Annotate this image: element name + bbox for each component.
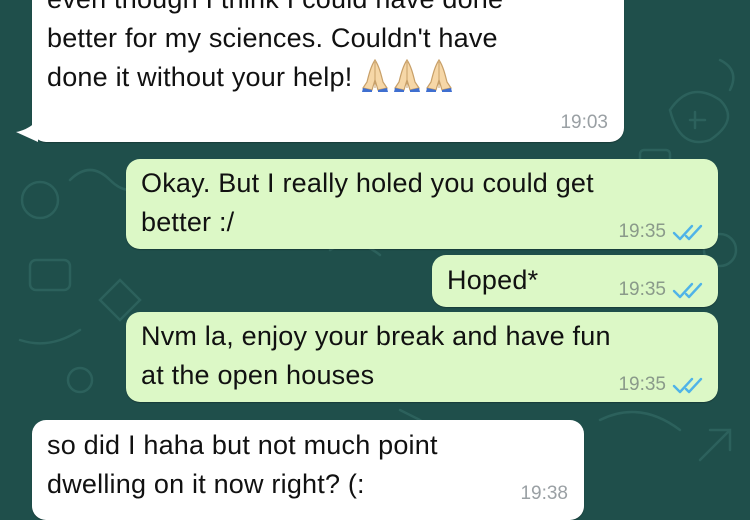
message-text: dwelling on it now right? (: xyxy=(47,469,365,499)
message-timestamp: 19:38 xyxy=(520,483,568,504)
message-text: done it without your help! xyxy=(47,58,503,97)
message-meta: 19:35 xyxy=(618,221,704,243)
message-meta: 19:03 xyxy=(560,112,608,134)
read-receipt-ticks-icon xyxy=(672,377,703,394)
message-meta: 19:38 xyxy=(520,483,568,505)
message-bubble-outgoing[interactable]: Nvm la, enjoy your break and have fun at… xyxy=(126,312,718,402)
bubble-tail-incoming xyxy=(16,120,38,142)
folded-hands-emoji-icon xyxy=(362,58,389,92)
folded-hands-emoji-icon xyxy=(394,58,421,92)
message-text: Okay. But I really holed you could get xyxy=(141,168,594,198)
folded-hands-emoji-icon xyxy=(426,58,453,92)
read-receipt-ticks-icon xyxy=(672,224,703,241)
read-receipt-ticks-icon xyxy=(672,282,703,299)
message-meta: 19:35 xyxy=(618,374,704,396)
message-bubble-incoming[interactable]: even though I think I could have done be… xyxy=(32,0,624,142)
message-text: at the open houses xyxy=(141,360,375,390)
message-timestamp: 19:35 xyxy=(618,374,666,395)
message-timestamp: 19:35 xyxy=(618,221,666,242)
message-text: so did I haha but not much point xyxy=(47,430,438,460)
message-timestamp: 19:03 xyxy=(560,112,608,133)
message-timestamp: 19:35 xyxy=(618,279,666,300)
message-meta: 19:35 xyxy=(618,279,704,301)
message-text: better for my sciences. Couldn't have xyxy=(47,23,498,53)
message-bubble-outgoing[interactable]: Okay. But I really holed you could get b… xyxy=(126,159,718,249)
message-text: better :/ xyxy=(141,207,235,237)
message-bubble-outgoing[interactable]: Hoped* 19:35 xyxy=(432,255,718,307)
message-text: Hoped* xyxy=(447,265,539,295)
message-text: Nvm la, enjoy your break and have fun xyxy=(141,321,611,351)
emoji-group xyxy=(360,58,454,92)
message-text: even though I think I could have done xyxy=(47,0,503,19)
message-bubble-incoming[interactable]: so did I haha but not much point dwellin… xyxy=(32,420,584,520)
